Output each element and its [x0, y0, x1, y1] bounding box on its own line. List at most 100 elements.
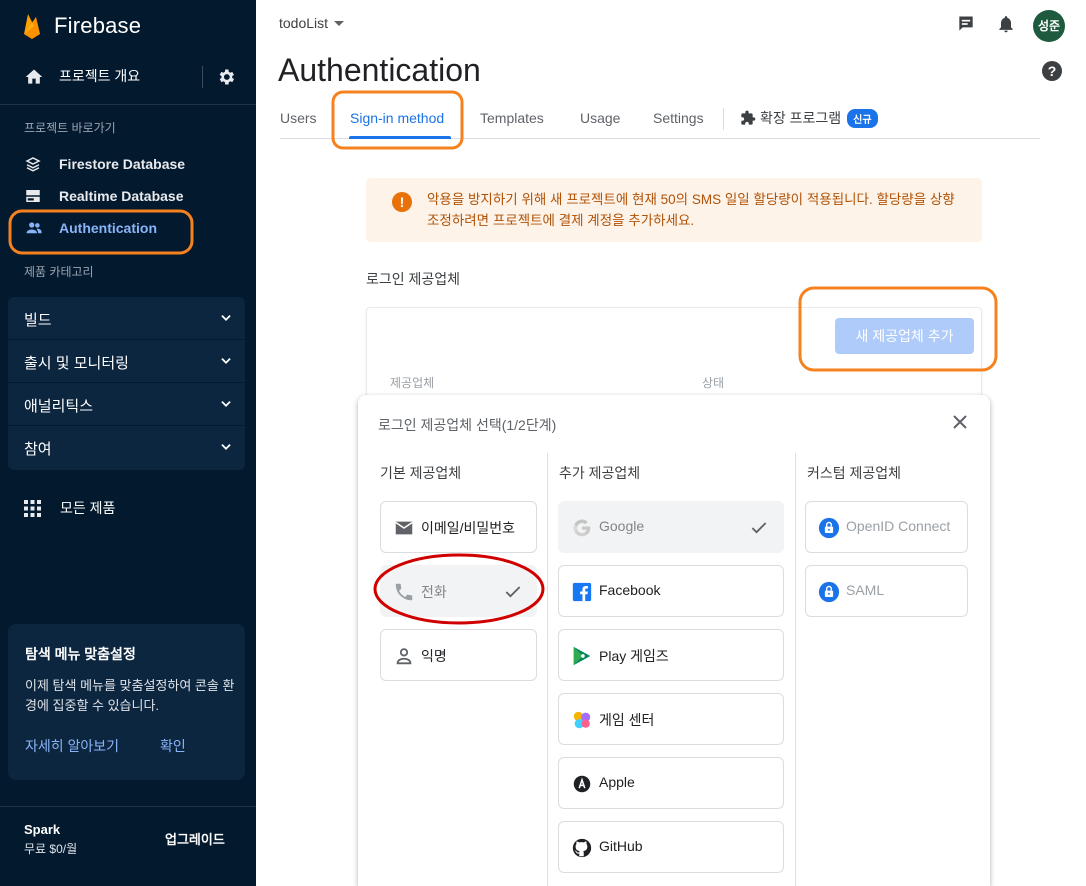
- provider-label: 익명: [421, 648, 447, 664]
- plan-price: 무료 $0/월: [24, 842, 78, 856]
- firestore-icon: [25, 157, 41, 172]
- provider-apple[interactable]: Apple: [558, 757, 784, 809]
- apple-icon: [573, 775, 591, 793]
- tab-usage[interactable]: Usage: [580, 110, 620, 126]
- project-name: todoList: [279, 15, 329, 31]
- project-overview[interactable]: 프로젝트 개요: [0, 56, 256, 100]
- additional-providers-title: 추가 제공업체: [559, 465, 641, 481]
- provider-label: OpenID Connect: [846, 518, 951, 534]
- tab-divider: [723, 108, 724, 130]
- provider-google[interactable]: Google: [558, 501, 784, 553]
- all-products-link[interactable]: 모든 제품: [0, 490, 256, 524]
- provider-saml[interactable]: SAML: [805, 565, 968, 617]
- provider-select-panel: 로그인 제공업체 선택(1/2단계) 기본 제공업체 이메일/비밀번호 전화 익…: [358, 395, 990, 886]
- extensions-label: 확장 프로그램: [760, 110, 842, 126]
- close-icon[interactable]: [952, 414, 968, 430]
- provider-label: GitHub: [599, 838, 643, 854]
- check-icon: [751, 522, 767, 534]
- main-content: todoList 성준 Authentication ? Users Sign-…: [256, 0, 1086, 886]
- provider-facebook[interactable]: Facebook: [558, 565, 784, 617]
- chevron-down-icon: [221, 358, 231, 364]
- category-label: 출시 및 모니터링: [24, 355, 129, 372]
- all-products-label: 모든 제품: [60, 500, 116, 516]
- provider-label: 전화: [421, 584, 447, 600]
- feedback-icon[interactable]: [956, 14, 976, 34]
- github-icon: [572, 838, 592, 858]
- learn-more-link[interactable]: 자세히 알아보기: [25, 736, 119, 756]
- provider-email-password[interactable]: 이메일/비밀번호: [380, 501, 537, 553]
- tab-extensions[interactable]: 확장 프로그램 신규: [740, 108, 878, 128]
- provider-play-games[interactable]: Play 게임즈: [558, 629, 784, 681]
- provider-label: 이메일/비밀번호: [421, 520, 516, 536]
- plan-name: Spark: [24, 822, 61, 837]
- sidebar-item-realtime-database[interactable]: Realtime Database: [0, 180, 256, 212]
- tab-templates[interactable]: Templates: [480, 110, 544, 126]
- gear-icon[interactable]: [216, 67, 236, 87]
- provider-phone[interactable]: 전화: [380, 565, 537, 617]
- promo-body: 이제 탐색 메뉴를 맞춤설정하여 콘솔 환경에 집중할 수 있습니다.: [25, 678, 235, 713]
- add-provider-button[interactable]: 새 제공업체 추가: [835, 318, 974, 354]
- category-build[interactable]: 빌드: [8, 297, 245, 340]
- warning-icon: !: [392, 192, 412, 212]
- tab-users[interactable]: Users: [280, 110, 317, 126]
- phone-icon: [395, 583, 413, 601]
- provider-label: Play 게임즈: [599, 648, 669, 664]
- upgrade-button[interactable]: 업그레이드: [165, 829, 225, 848]
- play-games-icon: [573, 646, 591, 666]
- facebook-icon: [572, 582, 592, 602]
- column-header-provider: 제공업체: [390, 376, 435, 390]
- categories-title: 제품 카테고리: [24, 265, 94, 279]
- promo-confirm-button[interactable]: 확인: [160, 736, 186, 756]
- category-list: 빌드 출시 및 모니터링 애널리틱스 참여: [8, 297, 245, 470]
- provider-game-center[interactable]: 게임 센터: [558, 693, 784, 745]
- column-header-status: 상태: [702, 376, 725, 390]
- provider-label: Apple: [599, 774, 635, 790]
- notifications-icon[interactable]: [996, 14, 1016, 34]
- category-engage[interactable]: 참여: [8, 426, 245, 469]
- mail-icon: [395, 521, 413, 535]
- providers-card: 새 제공업체 추가 제공업체 상태: [366, 307, 982, 397]
- provider-label: Facebook: [599, 582, 661, 598]
- project-selector[interactable]: todoList: [279, 15, 345, 31]
- category-analytics[interactable]: 애널리틱스: [8, 383, 245, 426]
- provider-label: Google: [599, 518, 645, 534]
- caret-down-icon: [334, 20, 345, 26]
- google-icon: [573, 519, 591, 537]
- tab-sign-in-method[interactable]: Sign-in method: [350, 110, 444, 126]
- sidebar-item-label: Authentication: [59, 220, 157, 236]
- provider-label: 게임 센터: [599, 712, 655, 728]
- column-divider: [547, 453, 548, 886]
- sidebar-item-firestore[interactable]: Firestore Database: [0, 148, 256, 180]
- native-providers-title: 기본 제공업체: [380, 465, 462, 481]
- provider-openid-connect[interactable]: OpenID Connect: [805, 501, 968, 553]
- warning-text: 악용을 방지하기 위해 새 프로젝트에 현재 50의 SMS 일일 할당량이 적…: [427, 192, 955, 228]
- provider-anonymous[interactable]: 익명: [380, 629, 537, 681]
- sidebar: Firebase 프로젝트 개요 프로젝트 바로가기 Firestore Dat…: [0, 0, 256, 886]
- sidebar-item-authentication[interactable]: Authentication: [0, 212, 256, 244]
- firebase-logo-icon: [24, 14, 40, 39]
- person-icon: [396, 648, 412, 665]
- providers-title: 로그인 제공업체: [366, 271, 461, 287]
- lock-icon: [818, 517, 840, 539]
- new-badge: 신규: [847, 108, 878, 128]
- category-label: 빌드: [24, 312, 52, 329]
- sidebar-separator: [0, 104, 256, 105]
- lock-icon: [818, 581, 840, 603]
- game-center-icon: [573, 711, 591, 729]
- sms-quota-warning: ! 악용을 방지하기 위해 새 프로젝트에 현재 50의 SMS 일일 할당량이…: [366, 178, 982, 242]
- provider-label: SAML: [846, 582, 885, 598]
- puzzle-icon: [741, 110, 756, 125]
- brand-name: Firebase: [54, 13, 142, 38]
- people-icon: [26, 222, 42, 234]
- chevron-down-icon: [221, 444, 231, 450]
- firebase-brand[interactable]: Firebase: [22, 8, 141, 44]
- active-tab-indicator: [349, 136, 451, 139]
- help-icon[interactable]: ?: [1042, 61, 1062, 81]
- sidebar-item-label: Firestore Database: [59, 156, 186, 172]
- page-title: Authentication: [278, 52, 481, 88]
- grid-icon: [24, 500, 41, 517]
- tab-settings[interactable]: Settings: [653, 110, 704, 126]
- category-release-monitor[interactable]: 출시 및 모니터링: [8, 340, 245, 383]
- avatar[interactable]: 성준: [1033, 10, 1065, 42]
- provider-github[interactable]: GitHub: [558, 821, 784, 873]
